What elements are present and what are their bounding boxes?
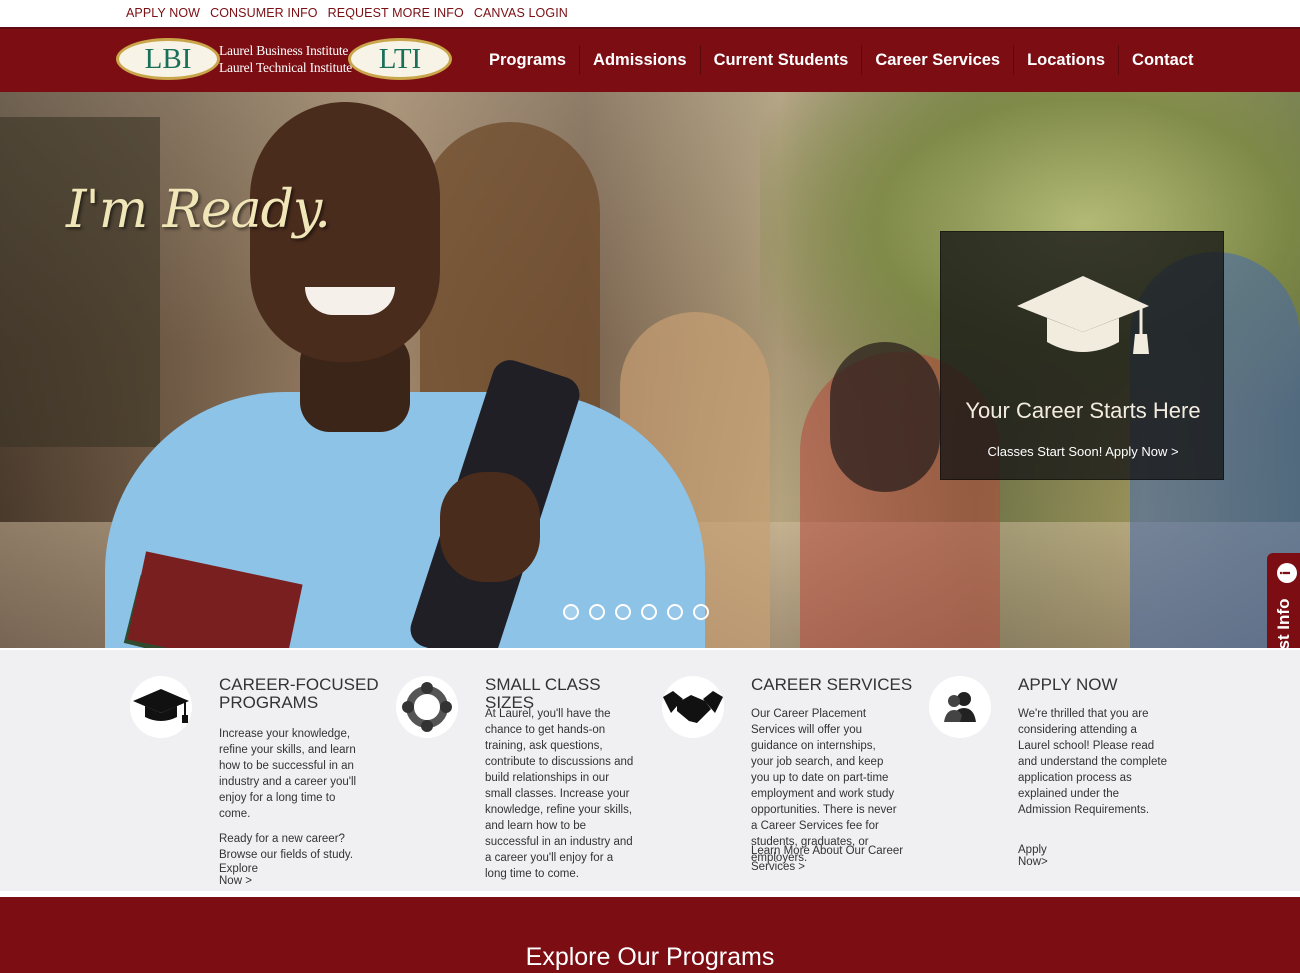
features-band: CAREER-FOCUSED PROGRAMS Increase your kn… [0, 648, 1300, 891]
feature-title: APPLY NOW [1018, 675, 1118, 694]
nav-locations[interactable]: Locations [1014, 44, 1120, 75]
section-title: Explore Our Programs [525, 943, 775, 971]
slider-dot[interactable] [641, 604, 657, 620]
slider-dot[interactable] [589, 604, 605, 620]
apply-now-feature-link[interactable]: Apply Now> [1018, 844, 1048, 868]
nav-current-students[interactable]: Current Students [701, 44, 863, 75]
hero-main-student [305, 287, 395, 315]
learn-more-career-services-link[interactable]: Learn More About Our Career Services > [751, 843, 906, 875]
feature-body: We're thrilled that you are considering … [1018, 708, 1167, 816]
career-promo-box[interactable]: Your Career Starts Here Classes Start So… [940, 231, 1224, 480]
feature-icon-circle [929, 676, 991, 738]
feature-icon-circle [130, 676, 192, 738]
hero-slogan: I'm Ready. [66, 180, 331, 240]
explore-programs-section: Explore Our Programs [0, 897, 1300, 973]
feature-title: CAREER-FOCUSED PROGRAMS [219, 675, 379, 712]
utility-bar: APPLY NOW CONSUMER INFO REQUEST MORE INF… [0, 0, 1300, 27]
slider-dot[interactable] [615, 604, 631, 620]
people-circle-icon [402, 682, 452, 732]
hero-student-figure [830, 342, 940, 492]
canvas-login-link[interactable]: CANVAS LOGIN [474, 6, 568, 20]
users-icon [944, 692, 976, 722]
apply-now-link[interactable]: APPLY NOW [126, 6, 200, 20]
logo-tagline: Laurel Business Institute Laurel Technic… [219, 42, 352, 76]
explore-now-link[interactable]: Explore Now > [219, 863, 258, 887]
slider-dot[interactable] [693, 604, 709, 620]
main-nav: Programs Admissions Current Students Car… [476, 29, 1206, 90]
feature-body: At Laurel, you'll have the chance to get… [485, 708, 634, 880]
nav-contact[interactable]: Contact [1119, 45, 1206, 75]
graduation-cap-icon [133, 689, 189, 723]
site-logo[interactable]: LBI Laurel Business Institute Laurel Tec… [116, 36, 452, 84]
logo-line-2: Laurel Technical Institute [219, 60, 353, 75]
feature-body-secondary: Ready for a new career? Browse our field… [219, 833, 354, 861]
slider-dot[interactable] [563, 604, 579, 620]
logo-line-1: Laurel Business Institute [219, 43, 349, 58]
site-header: LBI Laurel Business Institute Laurel Tec… [0, 27, 1300, 92]
nav-programs[interactable]: Programs [476, 44, 581, 75]
logo-lti: LTI [348, 38, 452, 80]
nav-admissions[interactable]: Admissions [580, 44, 701, 75]
feature-title: CAREER SERVICES [751, 675, 913, 694]
utility-links: APPLY NOW CONSUMER INFO REQUEST MORE INF… [126, 6, 578, 20]
slider-dot[interactable] [667, 604, 683, 620]
logo-lbi: LBI [116, 38, 220, 80]
hero-window [0, 117, 160, 447]
career-promo-link[interactable]: Classes Start Soon! Apply Now > [941, 444, 1225, 459]
graduation-cap-icon [1017, 276, 1149, 354]
slider-dots [563, 604, 709, 620]
feature-body: Increase your knowledge, refine your ski… [219, 728, 357, 820]
consumer-info-link[interactable]: CONSUMER INFO [210, 6, 318, 20]
hero-slider: I'm Ready. Your Career Starts Here Class… [0, 92, 1300, 648]
handshake-icon [663, 691, 723, 723]
info-icon: i [1277, 563, 1297, 583]
request-more-info-link[interactable]: REQUEST MORE INFO [328, 6, 464, 20]
feature-body: Our Career Placement Services will offer… [751, 708, 897, 864]
feature-icon-circle [396, 676, 458, 738]
career-promo-title: Your Career Starts Here [965, 398, 1201, 423]
nav-career-services[interactable]: Career Services [862, 44, 1015, 75]
hero-main-student [440, 472, 540, 582]
feature-icon-circle [662, 676, 724, 738]
